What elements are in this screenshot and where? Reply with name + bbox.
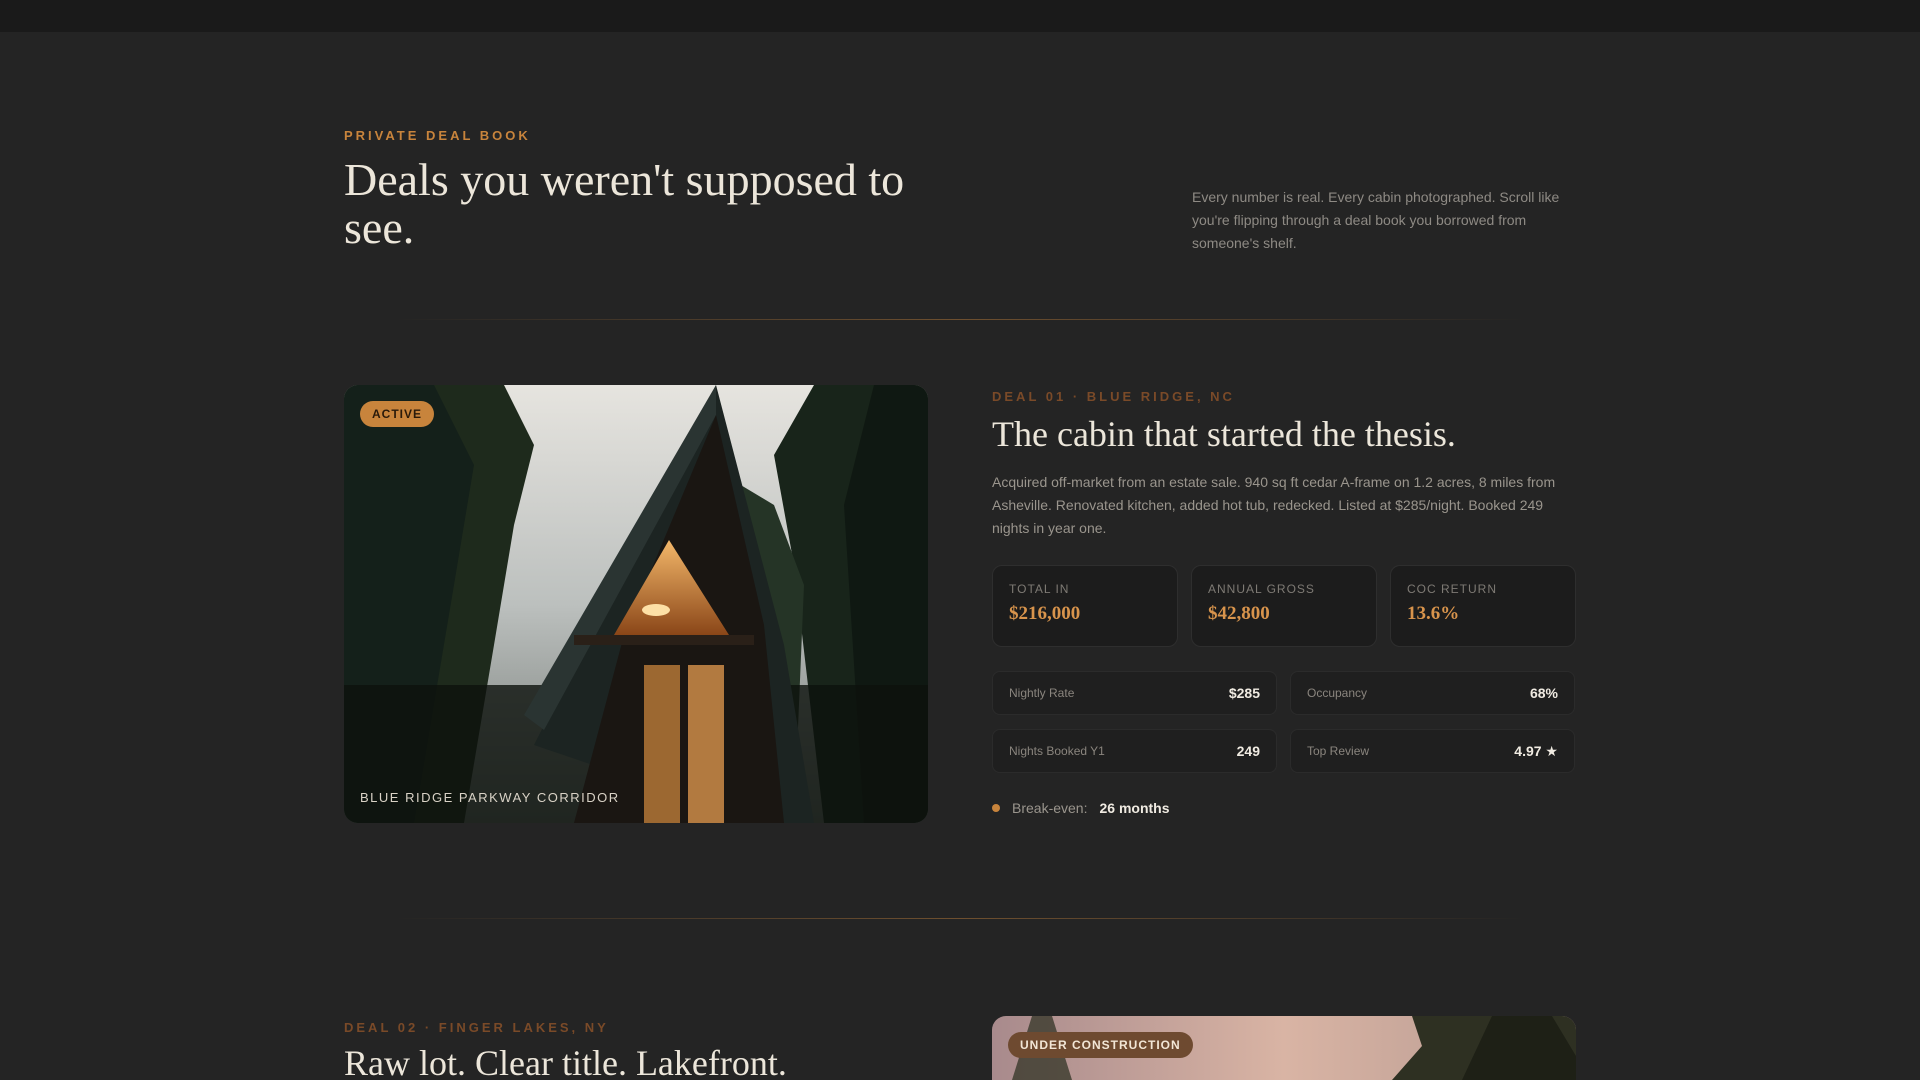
break-even-row: Break-even: 26 months [992,800,1170,816]
metric-nights-booked: Nights Booked Y1 249 [992,729,1277,773]
stat-card-total-in: TOTAL IN $216,000 [992,565,1178,647]
stat-value: $42,800 [1208,603,1270,624]
metric-label: Nights Booked Y1 [1009,744,1105,758]
photo-caption: BLUE RIDGE PARKWAY CORRIDOR [360,790,620,805]
hero-description: Every number is real. Every cabin photog… [1192,189,1560,251]
status-badge: UNDER CONSTRUCTION [1008,1032,1193,1058]
deal-02-photo[interactable]: UNDER CONSTRUCTION [992,1016,1576,1080]
stat-label: TOTAL IN [1009,582,1070,596]
metric-value: 4.97 ★ [1514,742,1558,759]
stat-label: ANNUAL GROSS [1208,582,1315,596]
metric-value: 68% [1529,685,1558,701]
stat-label: COC RETURN [1407,582,1497,596]
a-frame-cabin-image [344,385,928,823]
status-badge: ACTIVE [360,401,435,427]
section-divider [394,918,1526,919]
deal-01-title: The cabin that started the thesis. [992,414,1456,454]
stat-card-annual-gross: ANNUAL GROSS $42,800 [1191,565,1377,647]
hero-title: Deals you weren't supposed to see. [344,154,905,253]
break-even-value: 26 months [1099,800,1170,816]
metric-value: $285 [1228,685,1260,701]
bullet-dot-icon [992,804,1000,812]
hero-eyebrow: PRIVATE DEAL BOOK [344,128,531,143]
metric-label: Nightly Rate [1009,686,1075,700]
section-divider [394,319,1526,320]
top-bar [0,0,1920,32]
metric-label: Occupancy [1307,686,1368,700]
deal-01-kicker: DEAL 01 · BLUE RIDGE, NC [992,389,1235,404]
metric-occupancy: Occupancy 68% [1290,671,1575,715]
deal-02-kicker: DEAL 02 · FINGER LAKES, NY [344,1020,609,1035]
metric-nightly-rate: Nightly Rate $285 [992,671,1277,715]
metric-label: Top Review [1307,744,1370,758]
deal-02-title: Raw lot. Clear title. Lakefront. [344,1043,787,1080]
stat-value: 13.6% [1407,603,1460,624]
metric-value: 249 [1236,743,1260,759]
metric-top-review: Top Review 4.97 ★ [1290,729,1575,773]
deal-01-description: Acquired off-market from an estate sale.… [992,474,1556,536]
stat-card-coc-return: COC RETURN 13.6% [1390,565,1576,647]
break-even-label: Break-even: [1012,800,1088,816]
deal-01-photo[interactable]: ACTIVE BLUE RIDGE PARKWAY CORRIDOR [344,385,928,823]
stat-value: $216,000 [1009,603,1081,624]
